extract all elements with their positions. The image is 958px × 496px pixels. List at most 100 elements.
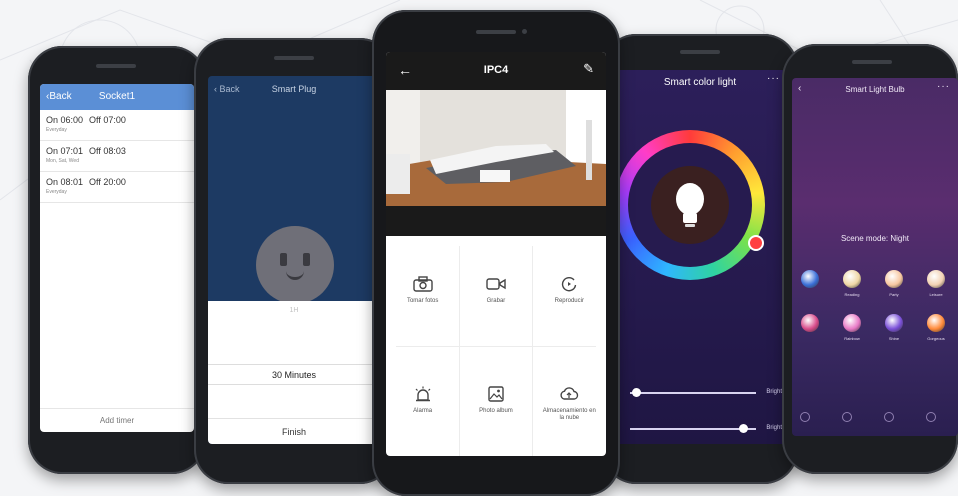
timer-on-time: On 06:00: [46, 115, 84, 125]
picker-option[interactable]: [208, 322, 380, 343]
feed-controls-bar: [386, 206, 606, 236]
take-photo-button[interactable]: Tomar fotos: [386, 236, 459, 346]
action-label: Almacenamiento en la nube: [542, 408, 596, 421]
timer-on-time: On 08:01: [46, 177, 84, 187]
scene-thumbnail: [885, 314, 903, 332]
scene-thumbnail: [801, 270, 819, 288]
photo-album-button[interactable]: Photo album: [459, 346, 532, 456]
timer-off-time: Off 20:00: [89, 177, 126, 187]
more-icon[interactable]: ···: [767, 73, 780, 84]
record-button[interactable]: Grabar: [459, 236, 532, 346]
scene-item[interactable]: [792, 314, 832, 336]
scene-thumbnail: [885, 270, 903, 288]
picker-option[interactable]: 1H: [208, 301, 380, 322]
color-light-screen: ‹ Smart color light ··· rk Bright n: [612, 70, 788, 444]
scene-thumbnail: [801, 314, 819, 332]
speaker-grille: [476, 30, 516, 34]
playback-button[interactable]: Reproducir: [533, 236, 606, 346]
action-label: Tomar fotos: [406, 298, 439, 304]
socket-ground: [286, 270, 304, 280]
scene-name: Shine: [888, 336, 900, 341]
duration-picker[interactable]: 1H 30 Minutes Finish: [208, 301, 380, 444]
scene-mode-label: Scene mode: Night: [840, 234, 910, 243]
picker-option-selected[interactable]: 30 Minutes: [208, 364, 380, 385]
plug-socket-icon[interactable]: [256, 226, 334, 304]
color-picker-handle[interactable]: [748, 235, 764, 251]
timer-days: Everyday: [46, 127, 67, 133]
timer-days: Mon, Sat, Wed: [46, 158, 79, 164]
scene-name: Rainbow: [844, 336, 860, 341]
add-timer-button[interactable]: Add timer: [40, 408, 194, 432]
alarm-icon: [415, 386, 431, 402]
phone-smart-light-bulb: ‹ Smart Light Bulb ··· Scene mode: Night…: [782, 44, 958, 474]
temperature-slider[interactable]: n Bright: [612, 422, 788, 436]
timer-row[interactable]: On 06:00 Off 07:00 Everyday: [40, 110, 194, 141]
scene-item[interactable]: Leisure: [914, 270, 958, 297]
timer-on-time: On 07:01: [46, 146, 84, 156]
timer-row[interactable]: On 08:01 Off 20:00 Everyday: [40, 172, 194, 203]
slider-track: [630, 428, 756, 430]
picker-option[interactable]: [208, 343, 380, 364]
bulb-preview: [651, 166, 729, 244]
camera-live-feed[interactable]: [386, 90, 606, 206]
action-label: Reproducir: [554, 298, 584, 304]
power-icon[interactable]: [926, 412, 936, 422]
color-wheel[interactable]: [615, 130, 765, 280]
phone-socket-timers: ‹Back Socket1 On 06:00 Off 07:00 Everyday…: [28, 46, 206, 474]
camera-header: ← IPC4 ✎: [386, 52, 606, 90]
socket-title: Socket1: [98, 91, 136, 102]
scene-name: Gorgeous: [927, 336, 945, 341]
more-icon[interactable]: ···: [937, 81, 950, 92]
scene-item[interactable]: [792, 270, 832, 292]
light-bulb-screen: ‹ Smart Light Bulb ··· Scene mode: Night…: [792, 78, 958, 436]
action-label: Alarma: [413, 408, 433, 414]
scene-thumbnail: [927, 270, 945, 288]
timer-off-time: Off 07:00: [89, 115, 126, 125]
light-bulb-header: ‹ Smart Light Bulb ···: [792, 78, 958, 102]
scene-item[interactable]: Shine: [872, 314, 916, 341]
scene-item[interactable]: Party: [872, 270, 916, 297]
cloud-storage-button[interactable]: Almacenamiento en la nube: [533, 346, 606, 456]
scene-name: Party: [889, 292, 899, 297]
smart-plug-header: ‹ Back Smart Plug: [208, 76, 380, 102]
timer-off-time: Off 08:03: [89, 146, 126, 156]
speaker-grille: [96, 64, 136, 68]
light-bulb-icon: [676, 183, 704, 227]
speaker-grille: [852, 60, 892, 64]
brightness-slider[interactable]: rk Bright: [612, 386, 788, 400]
nav-icon[interactable]: [800, 412, 810, 422]
living-room-image: [386, 90, 606, 206]
photo-album-icon: [488, 386, 504, 402]
scene-name: Leisure: [929, 292, 943, 297]
slider-track: [630, 392, 756, 394]
slider-max-label: Bright: [766, 389, 782, 395]
scene-icon[interactable]: [884, 412, 894, 422]
smart-plug-title: Smart Plug: [271, 84, 317, 94]
replay-icon: [562, 277, 577, 292]
socket-pin-right: [303, 253, 310, 266]
slider-thumb[interactable]: [632, 388, 642, 397]
scene-item[interactable]: Rainbow: [830, 314, 874, 341]
scene-thumbnail: [843, 270, 861, 288]
smart-plug-screen: ‹ Back Smart Plug 1H 30 Minutes Finish: [208, 76, 380, 444]
scene-item[interactable]: Reading: [830, 270, 874, 297]
front-camera: [522, 29, 527, 34]
slider-max-label: Bright: [766, 425, 782, 431]
slider-thumb[interactable]: [739, 424, 749, 433]
edit-icon[interactable]: ✎: [583, 61, 594, 77]
picker-option[interactable]: [208, 385, 380, 406]
socket-timer-screen: ‹Back Socket1 On 06:00 Off 07:00 Everyday…: [40, 84, 194, 432]
scene-item[interactable]: Gorgeous: [914, 314, 958, 341]
finish-button[interactable]: Finish: [208, 418, 380, 444]
socket-pin-left: [280, 253, 287, 266]
camera-title: IPC4: [483, 64, 509, 76]
palette-icon[interactable]: [842, 412, 852, 422]
phone-ip-camera: ← IPC4 ✎ Tomar fotos Grabar Reproducir A…: [372, 10, 620, 496]
alarm-button[interactable]: Alarma: [386, 346, 459, 456]
color-light-header: ‹ Smart color light ···: [612, 70, 788, 96]
camera-actions-grid: Tomar fotos Grabar Reproducir Alarma Pho…: [386, 236, 606, 456]
video-record-icon: [486, 278, 506, 290]
scene-name: Reading: [844, 292, 860, 297]
action-label: Grabar: [486, 298, 506, 304]
timer-row[interactable]: On 07:01 Off 08:03 Mon, Sat, Wed: [40, 141, 194, 172]
